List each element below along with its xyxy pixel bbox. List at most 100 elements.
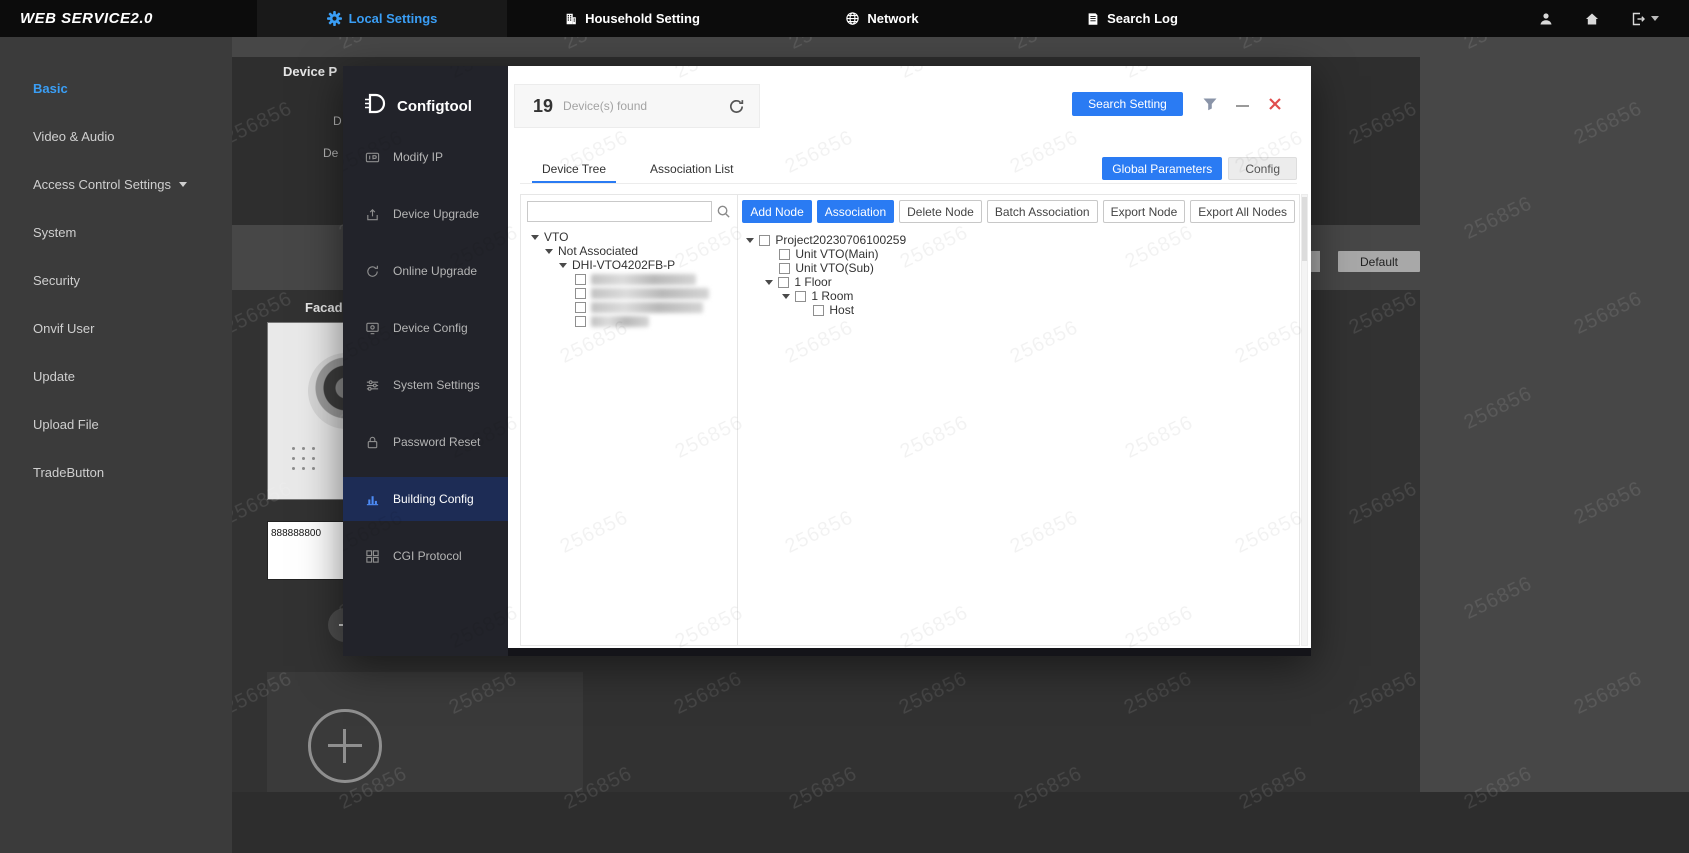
tab-device-tree[interactable]: Device Tree (520, 154, 628, 183)
export-all-nodes-button[interactable]: Export All Nodes (1190, 200, 1295, 223)
sidebar-item-security[interactable]: Security (0, 256, 232, 304)
tree-node-label: Project20230706100259 (775, 233, 907, 247)
search-setting-button[interactable]: Search Setting (1072, 92, 1183, 116)
tree-expander-icon[interactable] (531, 234, 539, 240)
sidebar-item-label: Upload File (33, 416, 99, 432)
checkbox[interactable] (575, 287, 586, 299)
tree-node-floor[interactable]: 1 Floor (742, 275, 1295, 289)
tree-node-vto[interactable]: VTO (527, 230, 731, 244)
sidebar-item-basic[interactable]: Basic (0, 64, 232, 112)
watermark-text: 256856 (1685, 382, 1689, 434)
nav-tab-search-log[interactable]: Search Log (1007, 0, 1257, 37)
sidebar-item-tradebutton[interactable]: TradeButton (0, 448, 232, 496)
sidebar-item-video-audio[interactable]: Video & Audio (0, 112, 232, 160)
nav-tab-household-setting[interactable]: Household Setting (507, 0, 757, 37)
menu-item-label: Modify IP (393, 150, 444, 164)
checkbox[interactable] (778, 276, 790, 288)
top-bar: WEB SERVICE2.0 Local Settings Household … (0, 0, 1689, 37)
tree-node-label: Unit VTO(Main) (795, 247, 879, 261)
home-icon[interactable] (1584, 11, 1600, 27)
association-button[interactable]: Association (816, 200, 895, 223)
sidebar-item-upload-file[interactable]: Upload File (0, 400, 232, 448)
logout-icon[interactable] (1630, 11, 1659, 27)
checkbox[interactable] (575, 315, 586, 327)
page-bottom-strip (232, 792, 1689, 853)
sidebar-item-update[interactable]: Update (0, 352, 232, 400)
export-node-button[interactable]: Export Node (1102, 200, 1186, 223)
tab-association-list[interactable]: Association List (628, 154, 755, 183)
tree-expander-icon[interactable] (559, 262, 567, 268)
sidebar-item-label: Basic (33, 80, 68, 96)
menu-item-online-upgrade[interactable]: Online Upgrade (343, 249, 508, 293)
menu-item-label: Device Upgrade (393, 207, 480, 221)
tree-node-host[interactable]: Host (742, 303, 1295, 317)
scrollbar[interactable] (1301, 194, 1308, 646)
menu-item-system-settings[interactable]: System Settings (343, 363, 508, 407)
tree-expander-icon[interactable] (545, 248, 553, 254)
menu-item-device-upgrade[interactable]: Device Upgrade (343, 192, 508, 236)
tree-expander-icon[interactable] (782, 293, 791, 299)
sidebar-item-onvif-user[interactable]: Onvif User (0, 304, 232, 352)
tree-node-redacted[interactable] (527, 300, 731, 314)
checkbox[interactable] (759, 234, 771, 246)
device-upgrade-icon (365, 207, 381, 222)
tree-expander-icon[interactable] (746, 237, 755, 243)
device-search-input[interactable] (527, 201, 713, 222)
tree-node-redacted[interactable] (527, 272, 731, 286)
batch-association-button[interactable]: Batch Association (986, 200, 1098, 223)
building-config-icon (365, 492, 381, 507)
config-button[interactable]: Config (1228, 157, 1297, 180)
device-config-icon (365, 321, 381, 336)
menu-item-building-config[interactable]: Building Config (343, 477, 508, 521)
nav-label: Household Setting (585, 11, 700, 26)
checkbox[interactable] (779, 262, 791, 274)
redacted-text (591, 315, 649, 327)
checkbox[interactable] (795, 290, 807, 302)
menu-item-label: Device Config (393, 321, 468, 335)
nav-tab-local-settings[interactable]: Local Settings (257, 0, 507, 37)
partial-button (1311, 251, 1320, 272)
tree-expander-icon[interactable] (765, 279, 774, 285)
menu-item-modify-ip[interactable]: Modify IP (343, 135, 508, 179)
sidebar-item-access-control-settings[interactable]: Access Control Settings (0, 160, 232, 208)
checkbox[interactable] (575, 273, 586, 285)
tree-node-redacted[interactable] (527, 314, 731, 328)
search-icon[interactable] (716, 204, 731, 219)
tree-node-unit-vto-main[interactable]: Unit VTO(Main) (742, 247, 1295, 261)
truncated-label-1: D (333, 114, 342, 128)
checkbox[interactable] (575, 301, 586, 313)
tree-node-device-model[interactable]: DHI-VTO4202FB-P (527, 258, 731, 272)
tree-node-project[interactable]: Project20230706100259 (742, 233, 1295, 247)
scrollbar-thumb[interactable] (1302, 197, 1307, 261)
tree-node-not-associated[interactable]: Not Associated (527, 244, 731, 258)
default-button[interactable]: Default (1338, 251, 1420, 272)
close-icon[interactable] (1268, 97, 1282, 111)
sidebar-item-system[interactable]: System (0, 208, 232, 256)
global-parameters-button[interactable]: Global Parameters (1102, 157, 1223, 180)
menu-item-device-config[interactable]: Device Config (343, 306, 508, 350)
checkbox[interactable] (813, 304, 825, 316)
device-number-box: 888888800 (267, 521, 345, 580)
app-logo: WEB SERVICE2.0 (20, 10, 153, 27)
device-panel-title: Device P (283, 64, 338, 79)
tree-node-unit-vto-sub[interactable]: Unit VTO(Sub) (742, 261, 1295, 275)
tree-node-redacted[interactable] (527, 286, 731, 300)
user-icon[interactable] (1538, 11, 1554, 27)
filter-icon[interactable] (1202, 96, 1218, 112)
tree-node-label: Host (829, 303, 855, 317)
refresh-icon[interactable] (728, 98, 745, 115)
minimize-icon[interactable] (1236, 105, 1249, 107)
topbar-right-icons (1538, 0, 1689, 37)
nav-tab-network[interactable]: Network (757, 0, 1007, 37)
watermark-text: 256856 (1570, 287, 1646, 339)
watermark-text: 256856 (1686, 37, 1689, 55)
add-button[interactable] (308, 709, 382, 783)
add-node-button[interactable]: Add Node (742, 200, 812, 223)
menu-item-cgi-protocol[interactable]: CGI Protocol (343, 534, 508, 578)
sidebar-item-label: Video & Audio (33, 128, 115, 144)
menu-item-password-reset[interactable]: Password Reset (343, 420, 508, 464)
checkbox[interactable] (779, 248, 791, 260)
configtool-main: 19 Device(s) found Search Setting Device… (508, 66, 1311, 648)
delete-node-button[interactable]: Delete Node (899, 200, 982, 223)
tree-node-room[interactable]: 1 Room (742, 289, 1295, 303)
